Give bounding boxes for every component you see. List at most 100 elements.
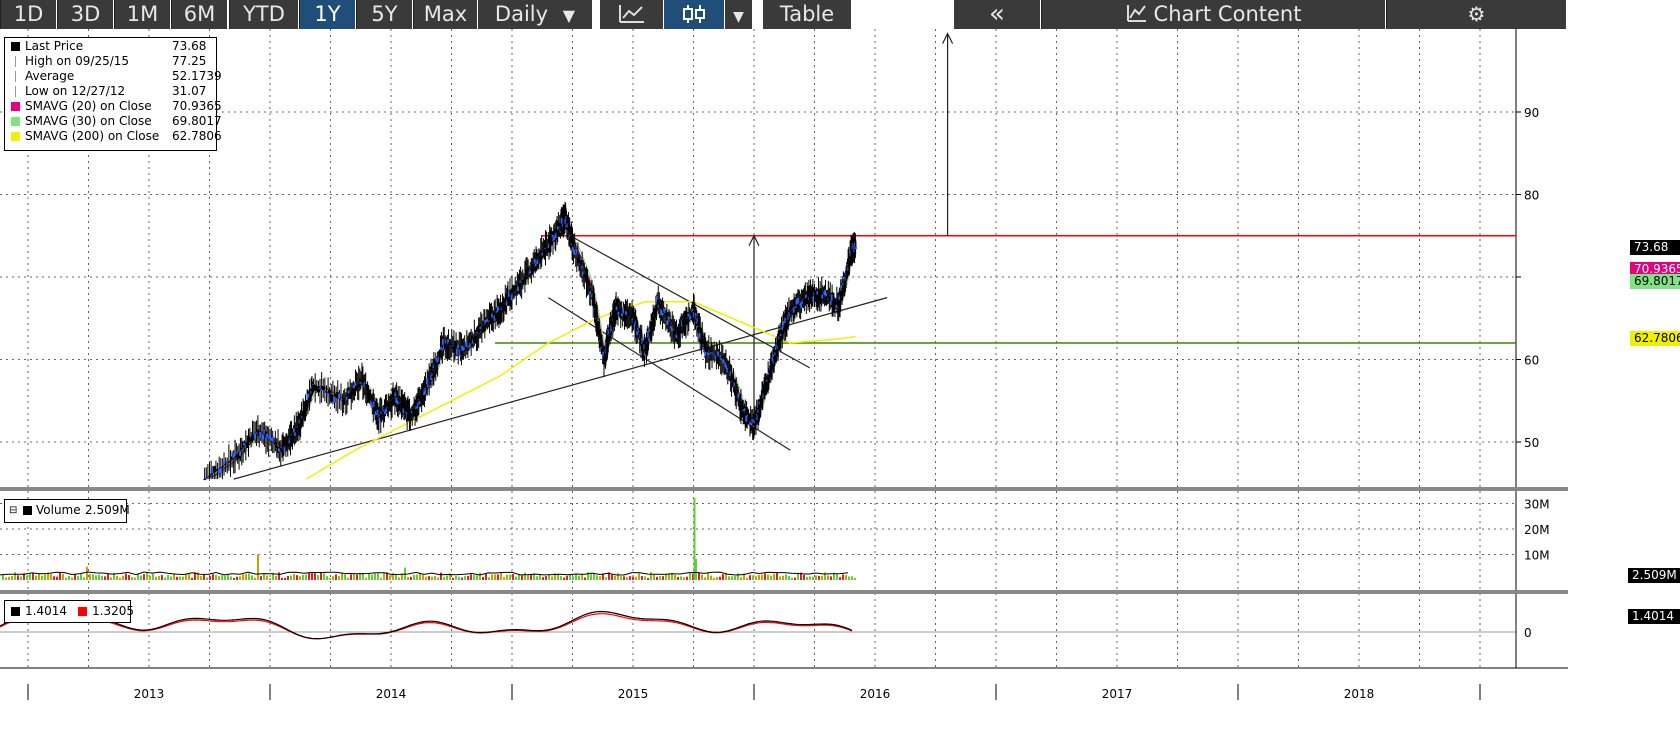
period-button-1d[interactable]: 1D — [0, 0, 56, 29]
volume-bar — [542, 577, 544, 580]
volume-bar — [125, 573, 127, 580]
volume-bar — [137, 573, 139, 580]
volume-bar — [425, 576, 427, 580]
line-chart-icon — [618, 5, 644, 23]
period-button-3d[interactable]: 3D — [57, 0, 113, 29]
volume-bar — [308, 572, 310, 580]
settings-button[interactable]: ⚙ — [1386, 0, 1566, 29]
volume-bar — [782, 575, 784, 580]
price-legend[interactable]: Last Price 73.68 High on 09/25/15 77.25 Aver… — [4, 37, 222, 151]
volume-bar — [248, 573, 250, 580]
period-button-6m[interactable]: 6M — [171, 0, 227, 29]
volume-tick-label: 10M — [1524, 549, 1550, 563]
year-label: 2015 — [618, 687, 649, 701]
volume-bar — [347, 577, 349, 580]
chart-content-button[interactable]: Chart Content — [1041, 0, 1385, 29]
gear-icon: ⚙ — [1467, 2, 1486, 26]
table-button[interactable]: Table — [763, 0, 851, 29]
volume-bar — [443, 576, 445, 580]
volume-bar — [395, 574, 397, 580]
volume-swatch — [23, 506, 32, 515]
volume-bar — [164, 577, 166, 580]
panel-divider — [0, 487, 1568, 491]
volume-bar — [446, 575, 448, 580]
chart-type-dropdown[interactable]: ▼ — [725, 0, 752, 29]
volume-bar — [620, 576, 622, 580]
volume-bar — [338, 576, 340, 580]
volume-bar — [686, 576, 688, 580]
volume-bar — [548, 574, 550, 580]
legend-row[interactable]: SMAVG (20) on Close 70.9365 — [5, 99, 222, 114]
collapse-legend-icon[interactable]: ⊟ — [9, 503, 17, 518]
period-label: 6M — [183, 2, 216, 26]
oscillator-legend[interactable]: 1.4014 1.3205 — [4, 600, 134, 623]
volume-bar — [440, 572, 442, 580]
volume-legend[interactable]: ⊟ Volume 2.509M — [4, 499, 130, 523]
volume-bar — [773, 573, 775, 580]
volume-bar — [674, 574, 676, 580]
volume-bar — [470, 574, 472, 580]
frequency-dropdown[interactable]: Daily ▼ — [478, 0, 592, 29]
volume-bar — [683, 577, 685, 580]
volume-bar — [455, 575, 457, 580]
volume-bar — [767, 574, 769, 580]
volume-bar — [365, 577, 367, 580]
volume-bar — [143, 574, 145, 580]
volume-bar — [383, 572, 385, 580]
legend-row[interactable]: Average 52.1739 — [5, 69, 222, 84]
volume-bar — [764, 573, 766, 580]
volume-bar — [8, 576, 10, 580]
legend-row[interactable]: Low on 12/27/12 31.07 — [5, 84, 216, 99]
volume-bar — [737, 573, 739, 580]
legend-row[interactable]: Last Price 73.68 — [5, 39, 216, 54]
volume-bar — [635, 576, 637, 580]
period-button-5y[interactable]: 5Y — [356, 0, 412, 29]
period-button-1m[interactable]: 1M — [114, 0, 170, 29]
volume-bar — [509, 574, 511, 580]
volume-bar — [152, 573, 154, 580]
period-label: 1D — [13, 2, 44, 26]
volume-bar — [74, 574, 76, 580]
volume-bar — [305, 574, 307, 580]
volume-bar — [806, 576, 808, 580]
volume-bar — [263, 574, 265, 580]
volume-bar — [92, 574, 94, 580]
period-button-1y[interactable]: 1Y — [299, 0, 355, 29]
volume-bar — [503, 577, 505, 580]
volume-bar — [584, 577, 586, 580]
candlestick-button[interactable] — [664, 0, 724, 29]
volume-bar — [398, 577, 400, 580]
volume-bar — [191, 577, 193, 580]
sma30-line — [204, 218, 857, 480]
volume-bar — [794, 577, 796, 580]
volume-bar — [419, 573, 421, 580]
volume-bar — [428, 576, 430, 580]
period-label: 5Y — [371, 2, 398, 26]
sma200-line — [305, 301, 856, 480]
volume-bar — [698, 572, 700, 580]
legend-row[interactable]: High on 09/25/15 77.25 — [5, 54, 216, 69]
volume-bar — [224, 575, 226, 580]
volume-bar — [788, 575, 790, 580]
period-button-max[interactable]: Max — [413, 0, 477, 29]
legend-row[interactable]: SMAVG (30) on Close 69.8017 — [5, 114, 222, 129]
volume-bar — [179, 576, 181, 580]
legend-row[interactable]: SMAVG (200) on Close 62.7806 — [5, 129, 222, 144]
price-chart[interactable]: 50 60 80 90 2013 2014 2015 2016 2017 2018 10M 20M 30… — [0, 29, 1680, 754]
volume-bar — [95, 575, 97, 580]
volume-bar — [491, 574, 493, 580]
volume-bar — [854, 577, 856, 580]
volume-bar — [422, 574, 424, 580]
volume-bar — [269, 577, 271, 580]
oscillator-value-1: 1.4014 — [25, 604, 67, 618]
volume-bar — [254, 577, 256, 580]
volume-bar — [482, 576, 484, 580]
volume-bar — [29, 574, 31, 580]
panel-divider — [0, 590, 1568, 594]
volume-bar — [329, 577, 331, 580]
line-chart-button[interactable] — [600, 0, 663, 29]
volume-bar — [317, 575, 319, 580]
collapse-button[interactable]: « — [954, 0, 1040, 29]
period-button-ytd[interactable]: YTD — [229, 0, 298, 29]
legend-value: 52.1739 — [172, 69, 222, 83]
